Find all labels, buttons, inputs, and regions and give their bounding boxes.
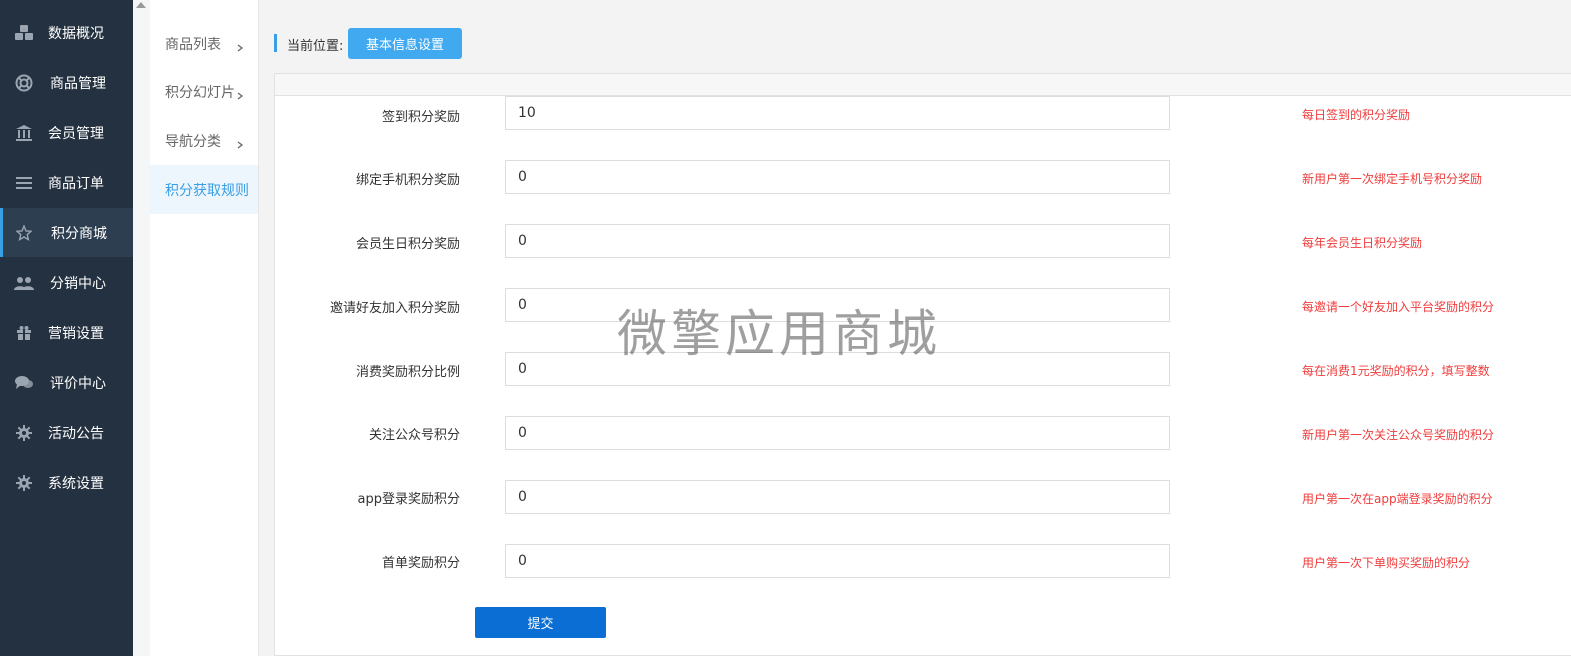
gear-icon [14,473,34,493]
gift-icon [14,323,34,343]
bank-icon [14,123,34,143]
sidebar-item-label: 商品订单 [48,175,104,192]
sidebar-item-goods-orders[interactable]: 商品订单 [0,158,133,207]
sidebar-item-data-overview[interactable]: 数据概况 [0,8,133,57]
form-row-birthday: 会员生日积分奖励 每年会员生日积分奖励 [275,224,1571,258]
users-icon [14,273,34,293]
sidebar-item-points-mall[interactable]: 积分商城 [0,208,133,257]
comments-icon [14,373,34,393]
sidebar-item-marketing-settings[interactable]: 营销设置 [0,308,133,357]
field-hint: 每年会员生日积分奖励 [1302,236,1423,250]
bind-phone-points-input[interactable] [505,160,1170,194]
chevron-right-icon [236,88,244,100]
cubes-icon [14,23,34,43]
sidebar-item-label: 数据概况 [48,25,104,42]
consume-ratio-input[interactable] [505,352,1170,386]
submit-button[interactable]: 提交 [475,607,606,638]
sidebar-item-distribution-center[interactable]: 分销中心 [0,258,133,307]
panel-header [275,74,1571,96]
subnav-item-label: 积分获取规则 [165,182,249,199]
secondary-nav: 商品列表 积分幻灯片 导航分类 积分获取规则 [150,0,259,656]
scroll-up-arrow-icon[interactable] [136,2,146,8]
subnav-item-goods-list[interactable]: 商品列表 [150,19,258,68]
gear-icon [14,423,34,443]
field-label: 会员生日积分奖励 [355,237,460,252]
sidebar-item-goods-management[interactable]: 商品管理 [0,58,133,107]
chevron-right-icon [236,40,244,52]
field-hint: 用户第一次在app端登录奖励的积分 [1302,492,1493,506]
sidebar-item-label: 分销中心 [50,275,106,292]
subnav-item-label: 导航分类 [165,133,221,150]
sidebar-item-label: 评价中心 [50,375,106,392]
form-row-checkin: 签到积分奖励 每日签到的积分奖励 [275,96,1571,130]
app-login-points-input[interactable] [505,480,1170,514]
field-label: 消费奖励积分比例 [355,365,460,380]
breadcrumb-accent [274,34,277,52]
form-row-invite: 邀请好友加入积分奖励 每邀请一个好友加入平台奖励的积分 [275,288,1571,322]
checkin-points-input[interactable] [505,96,1170,130]
subnav-item-points-rules[interactable]: 积分获取规则 [150,165,258,214]
list-icon [14,173,34,193]
field-hint: 用户第一次下单购买奖励的积分 [1302,556,1471,570]
birthday-points-input[interactable] [505,224,1170,258]
field-label: 首单奖励积分 [381,556,460,571]
breadcrumb-current-button[interactable]: 基本信息设置 [348,28,462,59]
sidebar-item-label: 活动公告 [48,425,104,442]
chevron-right-icon [236,137,244,149]
sidebar-item-label: 系统设置 [48,475,104,492]
sidebar-item-review-center[interactable]: 评价中心 [0,358,133,407]
follow-account-points-input[interactable] [505,416,1170,450]
sidebar-item-member-management[interactable]: 会员管理 [0,108,133,157]
main-content: 当前位置: 基本信息设置 签到积分奖励 每日签到的积分奖励 绑定手机积分奖励 新… [259,0,1571,656]
form-row-app-login: app登录奖励积分 用户第一次在app端登录奖励的积分 [275,480,1571,514]
field-label: app登录奖励积分 [357,492,460,507]
sidebar-item-label: 会员管理 [48,125,104,142]
field-label: 绑定手机积分奖励 [355,173,460,188]
first-order-points-input[interactable] [505,544,1170,578]
star-icon [14,223,34,243]
breadcrumb-label: 当前位置: [287,39,344,54]
subnav-item-label: 商品列表 [165,36,221,53]
subnav-item-points-slideshow[interactable]: 积分幻灯片 [150,67,258,116]
form-row-consume-ratio: 消费奖励积分比例 每在消费1元奖励的积分，填写整数 [275,352,1571,386]
field-hint: 新用户第一次绑定手机号积分奖励 [1302,172,1483,186]
field-label: 邀请好友加入积分奖励 [329,301,460,316]
lifebuoy-icon [14,73,34,93]
field-hint: 新用户第一次关注公众号奖励的积分 [1302,428,1495,442]
field-hint: 每邀请一个好友加入平台奖励的积分 [1302,300,1495,314]
field-label: 关注公众号积分 [368,428,460,443]
field-label: 签到积分奖励 [381,110,460,125]
sidebar-item-system-settings[interactable]: 系统设置 [0,458,133,507]
sidebar-item-label: 商品管理 [50,75,106,92]
field-hint: 每在消费1元奖励的积分，填写整数 [1302,364,1490,378]
sidebar-item-label: 积分商城 [51,225,107,242]
settings-panel: 签到积分奖励 每日签到的积分奖励 绑定手机积分奖励 新用户第一次绑定手机号积分奖… [274,73,1571,656]
field-hint: 每日签到的积分奖励 [1302,108,1411,122]
invite-points-input[interactable] [505,288,1170,322]
form-row-first-order: 首单奖励积分 用户第一次下单购买奖励的积分 [275,544,1571,578]
scrollbar[interactable] [133,0,150,656]
main-sidebar: 数据概况 商品管理 会员管理 商品订单 积分商城 分销中心 营销设置 评价中心 … [0,0,133,656]
form-row-follow-account: 关注公众号积分 新用户第一次关注公众号奖励的积分 [275,416,1571,450]
subnav-item-label: 积分幻灯片 [165,84,235,101]
sidebar-item-activity-notice[interactable]: 活动公告 [0,408,133,457]
form-row-bind-phone: 绑定手机积分奖励 新用户第一次绑定手机号积分奖励 [275,160,1571,194]
subnav-item-nav-category[interactable]: 导航分类 [150,116,258,165]
sidebar-item-label: 营销设置 [48,325,104,342]
